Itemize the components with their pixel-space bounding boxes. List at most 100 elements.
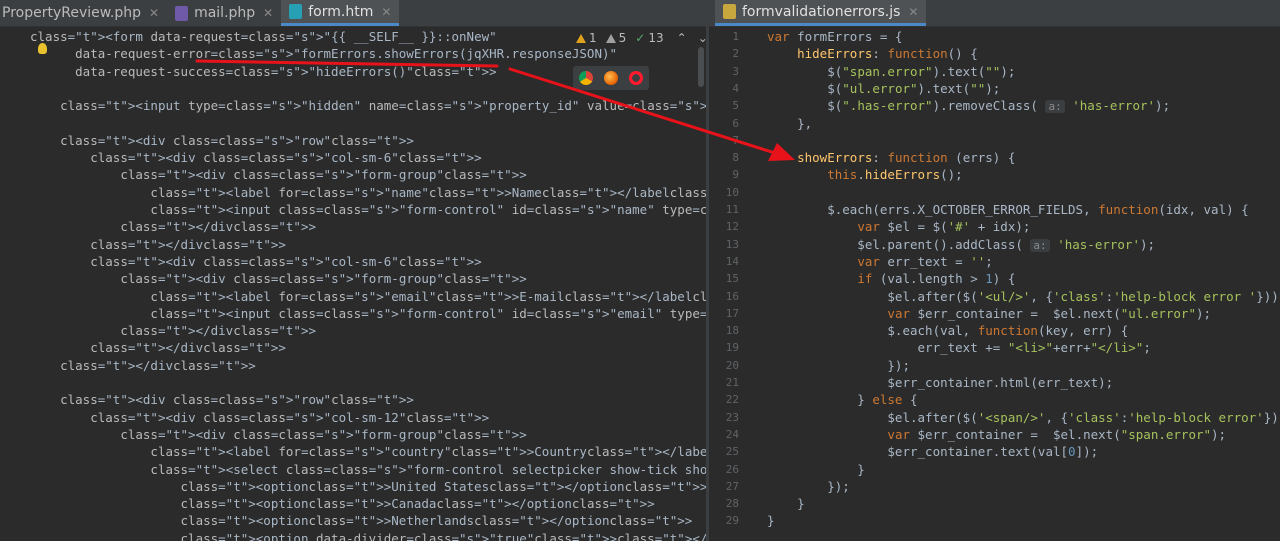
code-line[interactable]: class="t"><form data-request=class="s">"… <box>30 28 497 45</box>
line-number: 4 <box>732 81 739 95</box>
code-line[interactable]: }); <box>767 357 910 374</box>
code-line[interactable]: class="t"><optionclass="t">>Netherlandsc… <box>30 512 693 529</box>
left-scrollbar[interactable] <box>698 47 704 87</box>
code-line[interactable]: data-request-error=class="s">"formErrors… <box>30 45 617 62</box>
code-line[interactable]: class="t"><input class=class="s">"form-c… <box>30 201 706 218</box>
line-number: 22 <box>725 393 739 407</box>
code-line[interactable]: $.each(val, function(key, err) { <box>767 322 1128 339</box>
code-line[interactable]: class="t"><div class=class="s">"form-gro… <box>30 426 526 443</box>
line-number: 1 <box>732 30 739 43</box>
code-line[interactable]: var $err_container = $el.next("span.erro… <box>767 426 1226 443</box>
code-line[interactable]: $("ul.error").text(""); <box>767 80 1000 97</box>
line-number: 17 <box>725 306 739 320</box>
code-line[interactable]: var err_text = ''; <box>767 253 992 270</box>
tab-label: PropertyReview.php <box>2 5 142 21</box>
tab-label: form.htm <box>308 3 374 20</box>
code-line[interactable]: showErrors: function (errs) { <box>767 149 1015 166</box>
browser-preview-bar <box>573 66 649 90</box>
line-number: 14 <box>725 254 739 268</box>
code-line[interactable]: class="t"><label for=class="s">"country"… <box>30 443 706 460</box>
code-line[interactable]: data-request-success=class="s">"hideErro… <box>30 63 496 80</box>
code-line[interactable]: class="t"><div class=class="s">"col-sm-1… <box>30 409 489 426</box>
code-line[interactable]: class="t"><input type=class="s">"hidden"… <box>30 97 706 114</box>
inspection-widget[interactable]: 1 5 ✓ 13 ⌃ ⌄ <box>576 31 708 45</box>
firefox-icon[interactable] <box>603 71 618 85</box>
line-number: 12 <box>725 220 739 234</box>
chrome-icon[interactable] <box>578 71 593 85</box>
typo-check-icon: ✓ <box>635 31 646 45</box>
tab-mail[interactable]: mail.php ✕ <box>167 0 281 26</box>
line-number: 7 <box>732 133 739 147</box>
code-line[interactable]: var formErrors = { <box>767 28 902 45</box>
close-icon[interactable]: ✕ <box>263 6 273 20</box>
code-line[interactable]: class="t"><div class=class="s">"form-gro… <box>30 270 526 287</box>
code-line[interactable]: class="t"><div class=class="s">"form-gro… <box>30 166 526 183</box>
line-number: 15 <box>725 272 739 286</box>
code-line[interactable]: err_text += "<li>"+err+"</li>"; <box>767 339 1151 356</box>
code-line[interactable]: class="t"><div class=class="s">"row"clas… <box>30 391 414 408</box>
code-line[interactable]: class="t"></divclass="t">> <box>30 339 286 356</box>
tab-formvalidationerrors[interactable]: formvalidationerrors.js ✕ <box>715 0 927 26</box>
close-icon[interactable]: ✕ <box>908 5 918 19</box>
code-line[interactable]: } <box>767 495 805 512</box>
line-number: 20 <box>725 358 739 372</box>
code-line[interactable]: class="t"><div class=class="s">"row"clas… <box>30 132 414 149</box>
htm-file-icon <box>289 4 303 19</box>
line-number: 10 <box>725 185 739 199</box>
line-number: 21 <box>725 376 739 389</box>
left-tab-bar: PropertyReview.php ✕ mail.php ✕ form.htm… <box>0 0 706 27</box>
code-line[interactable]: $el.after($('<ul/>', {'class':'help-bloc… <box>767 288 1280 305</box>
code-line[interactable]: class="t"></divclass="t">> <box>30 236 286 253</box>
line-number: 19 <box>725 341 739 355</box>
left-editor[interactable]: class="t"><form data-request=class="s">"… <box>0 27 706 541</box>
code-line[interactable]: $err_container.text(val[0]); <box>767 443 1098 460</box>
line-number: 16 <box>725 289 739 303</box>
code-line[interactable]: var $err_container = $el.next("ul.error"… <box>767 305 1211 322</box>
tab-property-review[interactable]: PropertyReview.php ✕ <box>0 0 167 26</box>
code-line[interactable]: class="t"><select class=class="s">"form-… <box>30 461 706 478</box>
opera-icon[interactable] <box>629 71 644 85</box>
tab-form[interactable]: form.htm ✕ <box>281 0 400 26</box>
code-line[interactable]: class="t"><optionclass="t">>Canadaclass=… <box>30 495 655 512</box>
line-number: 8 <box>732 151 739 165</box>
code-line[interactable]: $el.after($('<span/>', {'class':'help-bl… <box>767 409 1280 426</box>
line-number: 24 <box>725 427 739 441</box>
code-line[interactable]: class="t"><div class=class="s">"col-sm-6… <box>30 149 481 166</box>
code-line[interactable]: class="t"><option data-divider=class="s"… <box>30 530 706 541</box>
code-line[interactable]: hideErrors: function() { <box>767 45 978 62</box>
line-number: 28 <box>725 497 739 511</box>
warning-icon <box>576 33 586 43</box>
code-line[interactable]: class="t"><input class=class="s">"form-c… <box>30 305 706 322</box>
code-line[interactable]: class="t"><label for=class="s">"name"cla… <box>30 184 706 201</box>
line-number: 25 <box>725 445 739 459</box>
code-line[interactable]: class="t"></divclass="t">> <box>30 218 316 235</box>
code-line[interactable]: }); <box>767 478 850 495</box>
code-line[interactable]: class="t"><optionclass="t">>United State… <box>30 478 706 495</box>
code-line[interactable]: $err_container.html(err_text); <box>767 374 1113 391</box>
code-line[interactable]: $.each(errs.X_OCTOBER_ERROR_FIELDS, func… <box>767 201 1248 218</box>
code-line[interactable]: class="t"></divclass="t">> <box>30 357 256 374</box>
lightbulb-icon[interactable] <box>38 43 47 54</box>
line-number: 3 <box>732 64 739 78</box>
code-line[interactable]: if (val.length > 1) { <box>767 270 1015 287</box>
code-line[interactable]: this.hideErrors(); <box>767 166 962 183</box>
line-number: 11 <box>725 203 739 216</box>
code-line[interactable]: class="t"></divclass="t">> <box>30 322 316 339</box>
code-line[interactable]: var $el = $('#' + idx); <box>767 218 1030 235</box>
chevron-up-icon[interactable]: ⌃ <box>677 31 687 45</box>
line-number: 29 <box>725 514 739 528</box>
code-line[interactable]: $el.parent().addClass( a: 'has-error'); <box>767 236 1155 253</box>
line-number: 18 <box>725 324 739 338</box>
code-line[interactable]: $("span.error").text(""); <box>767 63 1015 80</box>
code-line[interactable]: class="t"><div class=class="s">"col-sm-6… <box>30 253 481 270</box>
right-editor[interactable]: 1 var formErrors = {2 hideErrors: functio… <box>709 27 1280 541</box>
code-line[interactable]: } else { <box>767 391 917 408</box>
code-line[interactable]: } <box>767 512 775 529</box>
code-line[interactable]: }, <box>767 115 812 132</box>
close-icon[interactable]: ✕ <box>381 5 391 19</box>
js-file-icon <box>723 4 736 19</box>
close-icon[interactable]: ✕ <box>149 6 159 20</box>
code-line[interactable]: class="t"><label for=class="s">"email"cl… <box>30 288 706 305</box>
code-line[interactable]: $(".has-error").removeClass( a: 'has-err… <box>767 97 1170 114</box>
code-line[interactable]: } <box>767 461 865 478</box>
